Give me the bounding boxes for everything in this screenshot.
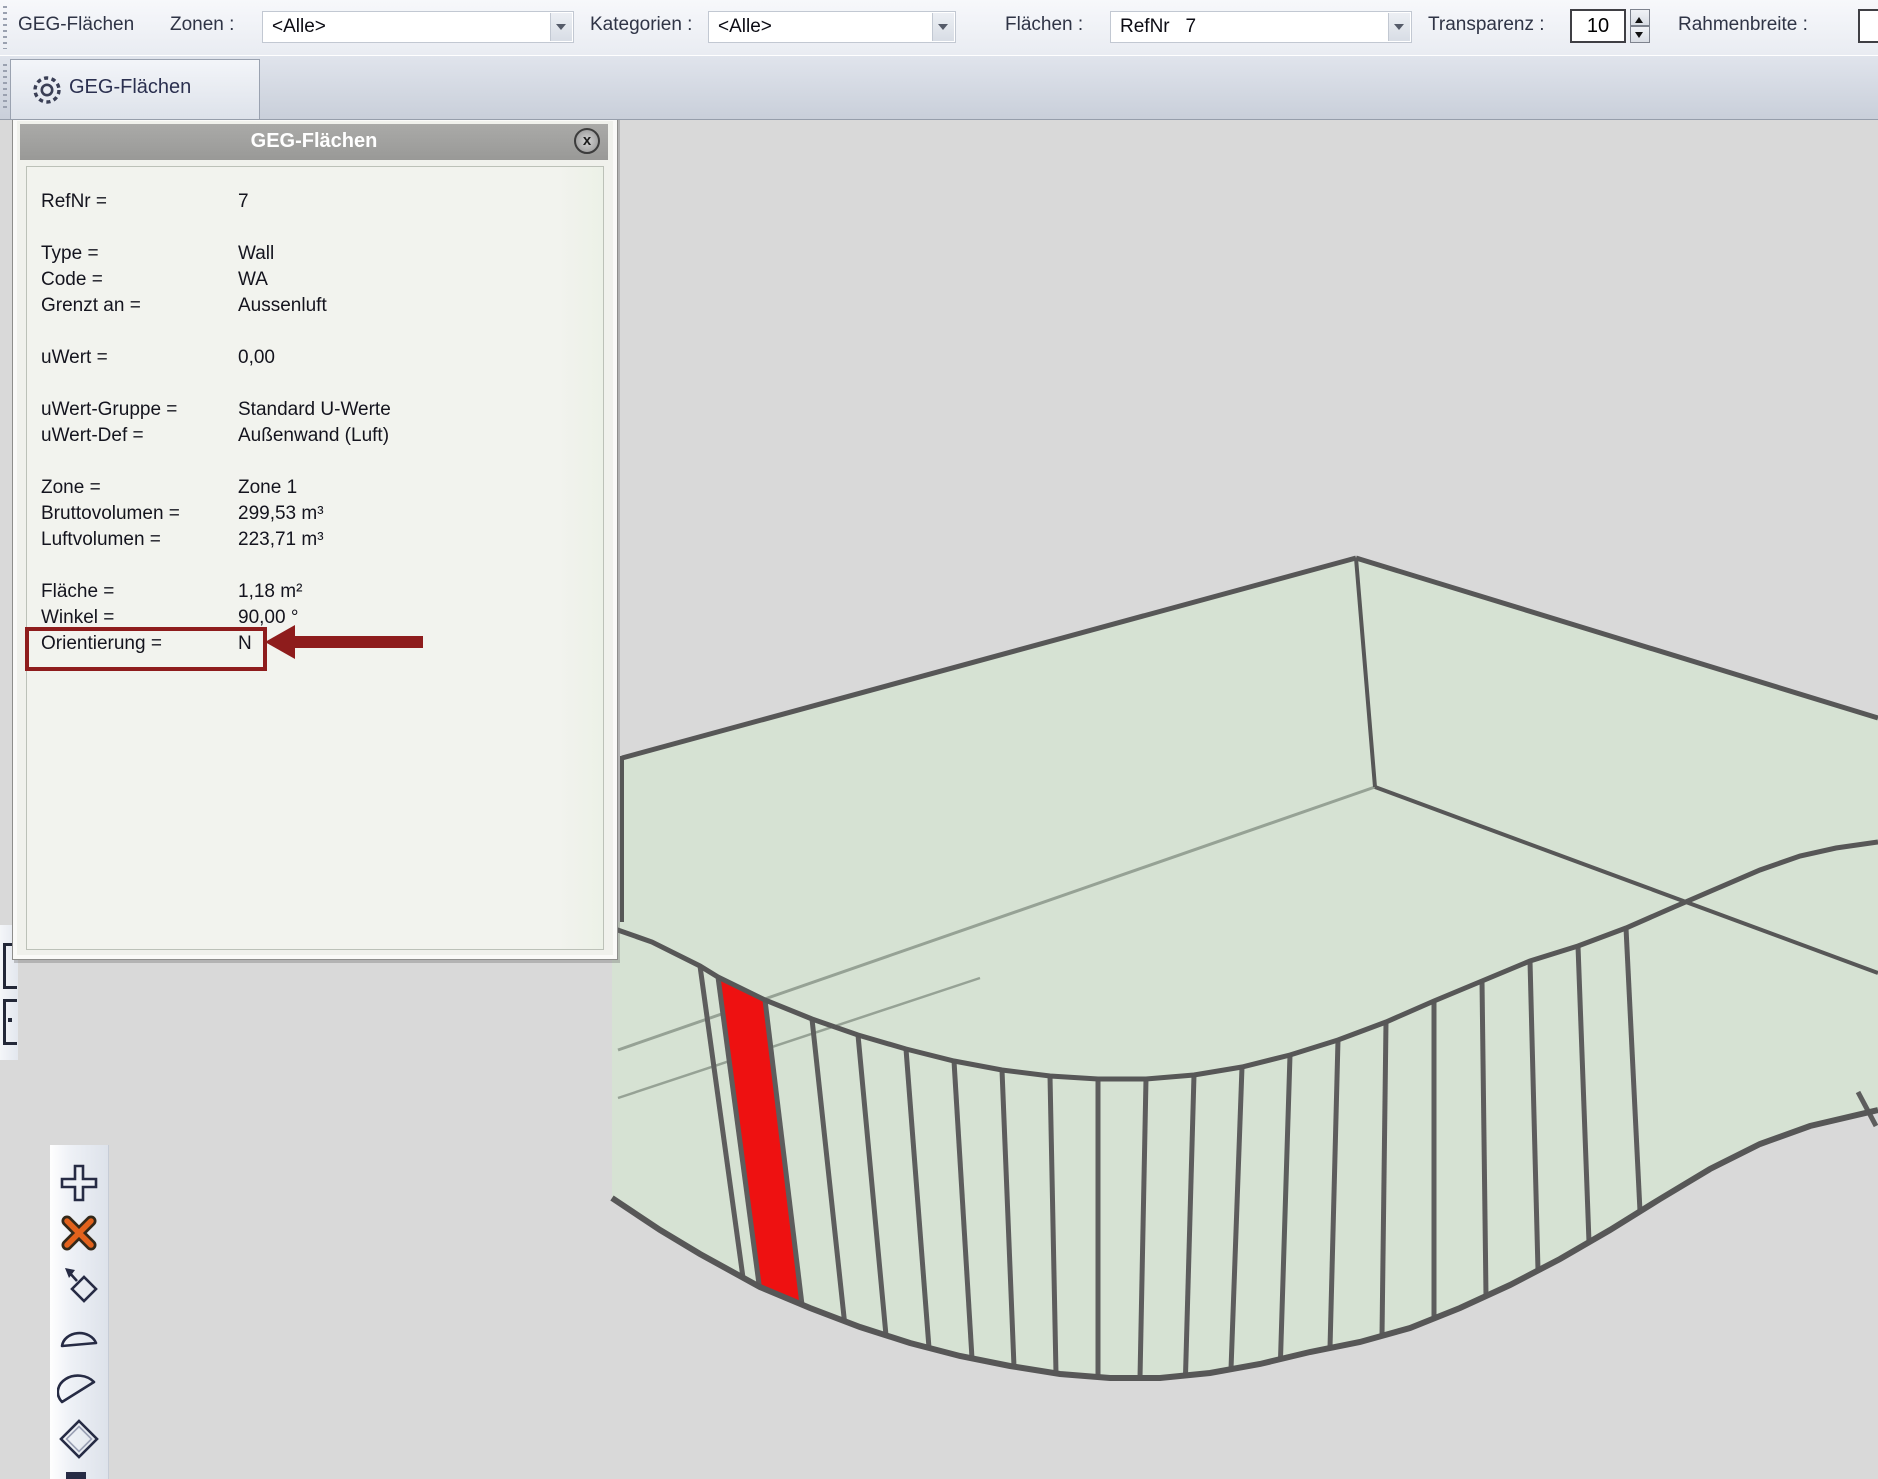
zonen-dropdown[interactable]: <Alle>	[262, 11, 574, 43]
close-button[interactable]: x	[574, 128, 600, 154]
add-icon[interactable]	[57, 1161, 101, 1205]
property-label: Fläche =	[41, 581, 114, 603]
tabbar-grip[interactable]	[3, 64, 7, 111]
property-label: Luftvolumen =	[41, 529, 161, 551]
toolbar-app-label: GEG-Flächen	[18, 14, 134, 36]
property-value: 223,71 m³	[238, 529, 324, 551]
property-label: uWert-Gruppe =	[41, 399, 177, 421]
spinner-down-icon[interactable]	[1630, 26, 1650, 43]
redraw-polygon-icon[interactable]	[57, 1263, 101, 1307]
delete-icon[interactable]	[57, 1211, 101, 1255]
flaechen-dropdown-arrow-icon[interactable]	[1388, 13, 1410, 41]
flaechen-dropdown[interactable]: RefNr 7	[1110, 11, 1412, 43]
property-value: Aussenluft	[238, 295, 327, 317]
rahmenbreite-input[interactable]	[1858, 9, 1878, 43]
zonen-value: <Alle>	[272, 16, 326, 38]
property-value: 299,53 m³	[238, 503, 324, 525]
arc-segment-icon[interactable]	[57, 1315, 101, 1359]
toolbar-grip[interactable]	[3, 6, 7, 49]
property-value: Wall	[238, 243, 274, 265]
property-label: Winkel =	[41, 607, 114, 629]
property-value: 1,18 m²	[238, 581, 302, 603]
zonen-label: Zonen :	[170, 14, 234, 36]
property-label: Type =	[41, 243, 99, 265]
property-value: 7	[238, 191, 249, 213]
property-label: Bruttovolumen =	[41, 503, 180, 525]
spinner-up-icon[interactable]	[1630, 9, 1650, 26]
edit-toolbar	[50, 1145, 109, 1479]
clipped-tool-icon[interactable]	[3, 999, 17, 1045]
kategorien-value: <Alle>	[718, 16, 772, 38]
property-label: Zone =	[41, 477, 101, 499]
tab-geg-flaechen[interactable]: GEG-Flächen	[10, 59, 260, 119]
panel-title: GEG-Flächen	[20, 130, 608, 153]
highlight-box	[25, 627, 267, 671]
rahmenbreite-label: Rahmenbreite :	[1678, 14, 1808, 36]
highlight-arrow-icon	[265, 625, 295, 659]
kategorien-dropdown[interactable]: <Alle>	[708, 11, 956, 43]
property-value: 0,00	[238, 347, 275, 369]
clipped-bottom-icon[interactable]	[66, 1472, 86, 1479]
kategorien-dropdown-arrow-icon[interactable]	[932, 13, 954, 41]
diamond-icon[interactable]	[57, 1417, 101, 1461]
property-value: Standard U-Werte	[238, 399, 391, 421]
panel-content	[26, 166, 604, 950]
transparenz-spinner	[1630, 9, 1650, 43]
geg-flaechen-panel: GEG-Flächen x RefNr = 7 Type = Wall Code = WA…	[12, 116, 618, 960]
application-window: GEG-Flächen Zonen : <Alle> Kategorien : …	[0, 0, 1878, 1479]
transparenz-label: Transparenz :	[1428, 14, 1545, 36]
transparenz-input[interactable]: 10	[1570, 9, 1626, 43]
highlight-arrow-shaft	[293, 636, 423, 648]
panel-header[interactable]: GEG-Flächen x	[20, 124, 608, 160]
kategorien-label: Kategorien :	[590, 14, 692, 36]
property-label: uWert =	[41, 347, 108, 369]
property-label: Grenzt an =	[41, 295, 141, 317]
property-value: WA	[238, 269, 268, 291]
gear-icon	[29, 72, 65, 108]
property-label: Code =	[41, 269, 103, 291]
tab-label: GEG-Flächen	[69, 76, 191, 99]
main-toolbar: GEG-Flächen Zonen : <Alle> Kategorien : …	[0, 0, 1878, 56]
arc-segment-alt-icon[interactable]	[57, 1367, 101, 1411]
close-icon: x	[576, 132, 598, 149]
flaechen-label: Flächen :	[1005, 14, 1083, 36]
zonen-dropdown-arrow-icon[interactable]	[550, 13, 572, 41]
flaechen-value: RefNr 7	[1120, 16, 1196, 38]
tab-bar: GEG-Flächen	[0, 55, 1878, 120]
property-value: Zone 1	[238, 477, 297, 499]
property-value: Außenwand (Luft)	[238, 425, 389, 447]
property-label: uWert-Def =	[41, 425, 144, 447]
property-label: RefNr =	[41, 191, 107, 213]
